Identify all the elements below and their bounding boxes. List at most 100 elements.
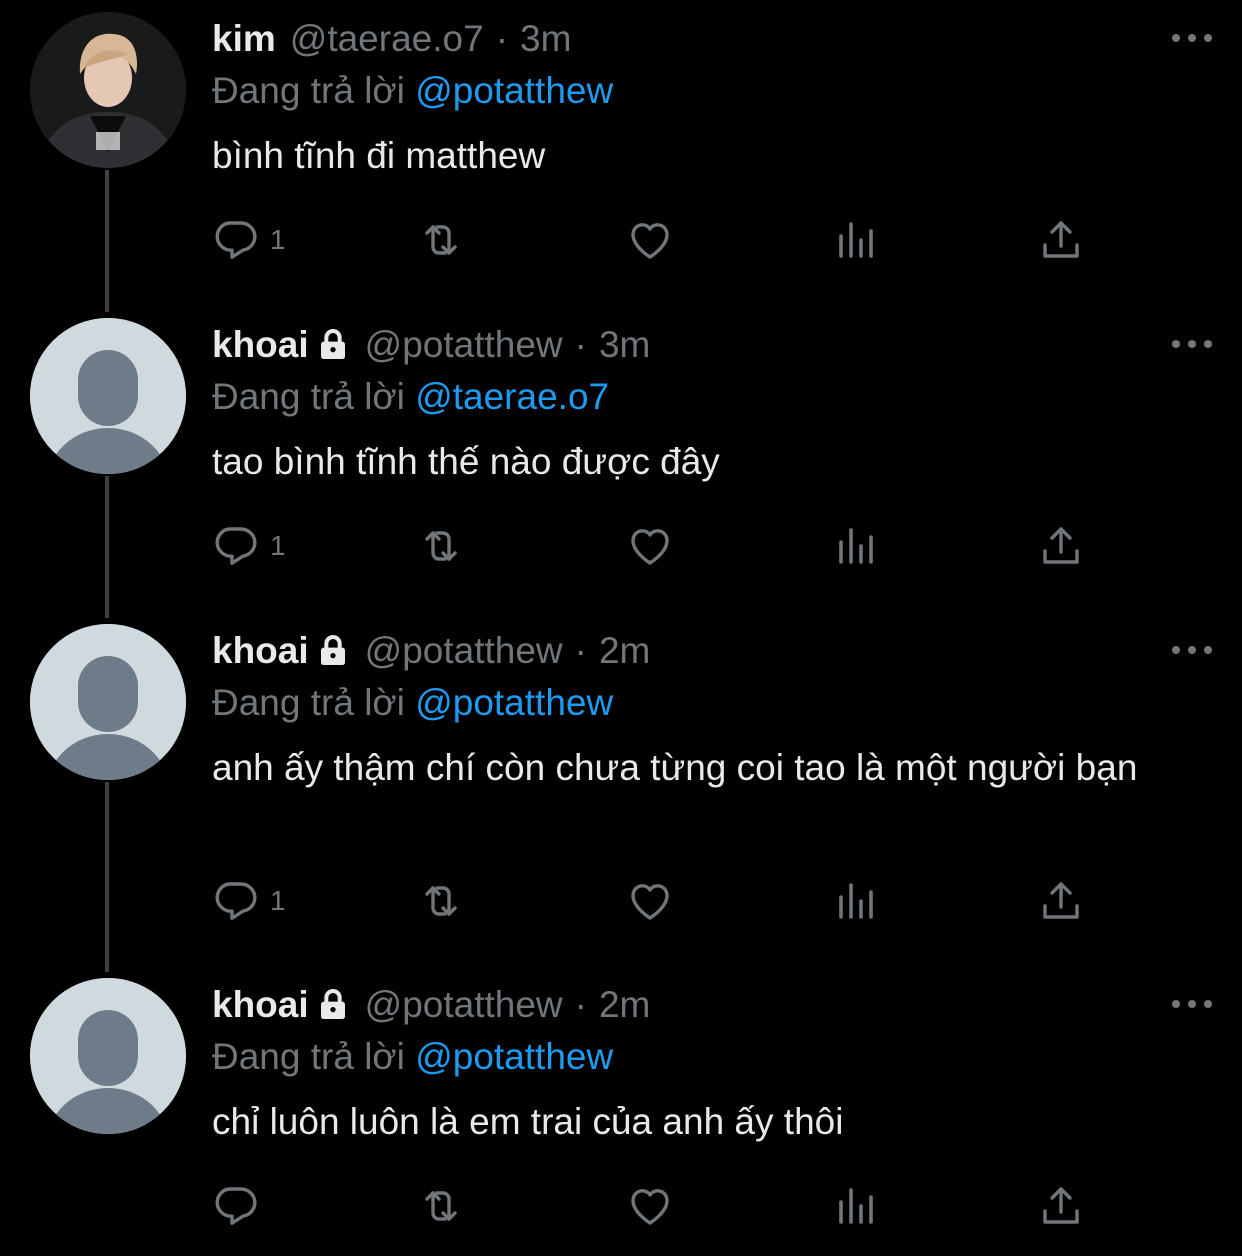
like-button[interactable] [626, 1178, 674, 1234]
reply-icon [215, 882, 257, 920]
user-handle[interactable]: @potatthew [365, 320, 563, 370]
tweet[interactable]: khoai @potatthew · 2m Đang trả lời @pota… [0, 612, 1242, 966]
retweet-icon [425, 1191, 457, 1221]
lock-icon [320, 329, 345, 359]
timestamp[interactable]: 3m [599, 320, 650, 370]
avatar[interactable] [30, 318, 186, 474]
views-icon [839, 528, 873, 564]
replying-to-label: Đang trả lời [212, 1036, 405, 1077]
share-button[interactable] [1037, 212, 1085, 268]
retweet-button[interactable] [417, 873, 465, 929]
timestamp[interactable]: 3m [520, 14, 571, 64]
reply-button[interactable]: 1 [212, 212, 286, 268]
reply-icon [215, 1187, 257, 1225]
display-name[interactable]: khoai [212, 626, 309, 676]
retweet-button[interactable] [417, 212, 465, 268]
user-handle[interactable]: @potatthew [365, 980, 563, 1030]
reply-count: 1 [270, 885, 286, 916]
reply-icon [215, 527, 257, 565]
action-bar [0, 1178, 1242, 1234]
share-icon [1043, 527, 1079, 564]
replying-to: Đang trả lời @taerae.o7 [212, 372, 609, 422]
views-button[interactable] [832, 212, 880, 268]
tweet-header: kim @taerae.o7 · 3m [212, 14, 571, 64]
replying-to: Đang trả lời @potatthew [212, 678, 613, 728]
retweet-icon [425, 531, 457, 561]
views-button[interactable] [832, 1178, 880, 1234]
share-icon [1043, 1187, 1079, 1224]
default-avatar-icon [30, 978, 186, 1134]
like-icon [631, 1189, 669, 1225]
views-icon [839, 222, 873, 258]
avatar[interactable] [30, 978, 186, 1134]
separator: · [574, 984, 587, 1025]
share-button[interactable] [1037, 1178, 1085, 1234]
share-icon [1043, 882, 1079, 919]
tweet-header: khoai @potatthew · 2m [212, 980, 650, 1030]
more-icon[interactable] [1172, 998, 1212, 1010]
views-icon [839, 883, 873, 919]
reply-button[interactable] [212, 1178, 270, 1234]
display-name[interactable]: kim [212, 14, 276, 64]
tweet-text: bình tĩnh đi matthew [212, 135, 546, 176]
retweet-icon [425, 225, 457, 255]
like-icon [631, 223, 669, 259]
separator: · [495, 18, 509, 59]
action-bar: 1 [0, 518, 1242, 574]
reply-count: 1 [270, 530, 286, 561]
tweet[interactable]: khoai @potatthew · 3m Đang trả lời @taer… [0, 306, 1242, 612]
reply-mention[interactable]: @potatthew [415, 1036, 613, 1077]
share-button[interactable] [1037, 873, 1085, 929]
more-icon[interactable] [1172, 32, 1212, 44]
tweet-text: anh ấy thậm chí còn chưa từng coi tao là… [212, 747, 1138, 788]
retweet-button[interactable] [417, 1178, 465, 1234]
like-button[interactable] [626, 212, 674, 268]
reply-mention[interactable]: @taerae.o7 [415, 376, 609, 417]
replying-to: Đang trả lời @potatthew [212, 1032, 613, 1082]
lock-icon [320, 635, 345, 665]
replying-to-label: Đang trả lời [212, 376, 405, 417]
retweet-icon [425, 886, 457, 916]
reply-mention[interactable]: @potatthew [415, 682, 613, 723]
reply-count: 1 [270, 224, 286, 255]
reply-button[interactable]: 1 [212, 873, 286, 929]
user-handle[interactable]: @taerae.o7 [290, 14, 484, 64]
like-icon [631, 529, 669, 565]
more-icon[interactable] [1172, 644, 1212, 656]
avatar[interactable] [30, 12, 186, 168]
views-button[interactable] [832, 518, 880, 574]
tweet-thread: kim @taerae.o7 · 3m Đang trả lời @potatt… [0, 0, 1242, 1256]
views-button[interactable] [832, 873, 880, 929]
like-button[interactable] [626, 518, 674, 574]
like-icon [631, 884, 669, 920]
replying-to-label: Đang trả lời [212, 70, 405, 111]
reply-mention[interactable]: @potatthew [415, 70, 613, 111]
tweet[interactable]: kim @taerae.o7 · 3m Đang trả lời @potatt… [0, 0, 1242, 306]
separator: · [574, 630, 587, 671]
display-name[interactable]: khoai [212, 980, 309, 1030]
timestamp[interactable]: 2m [599, 626, 650, 676]
user-handle[interactable]: @potatthew [365, 626, 563, 676]
reply-button[interactable]: 1 [212, 518, 286, 574]
like-button[interactable] [626, 873, 674, 929]
reply-icon [215, 221, 257, 259]
views-icon [839, 1188, 873, 1224]
retweet-button[interactable] [417, 518, 465, 574]
lock-icon [320, 989, 345, 1019]
share-icon [1043, 221, 1079, 258]
tweet[interactable]: khoai @potatthew · 2m Đang trả lời @pota… [0, 966, 1242, 1256]
avatar[interactable] [30, 624, 186, 780]
replying-to: Đang trả lời @potatthew [212, 66, 613, 116]
tweet-header: khoai @potatthew · 3m [212, 320, 650, 370]
default-avatar-icon [30, 318, 186, 474]
action-bar: 1 [0, 212, 1242, 268]
display-name[interactable]: khoai [212, 320, 309, 370]
share-button[interactable] [1037, 518, 1085, 574]
more-icon[interactable] [1172, 338, 1212, 350]
tweet-text: chỉ luôn luôn là em trai của anh ấy thôi [212, 1101, 844, 1142]
tweet-header: khoai @potatthew · 2m [212, 626, 650, 676]
timestamp[interactable]: 2m [599, 980, 650, 1030]
separator: · [574, 324, 587, 365]
profile-photo-icon [30, 12, 186, 168]
action-bar: 1 [0, 873, 1242, 929]
